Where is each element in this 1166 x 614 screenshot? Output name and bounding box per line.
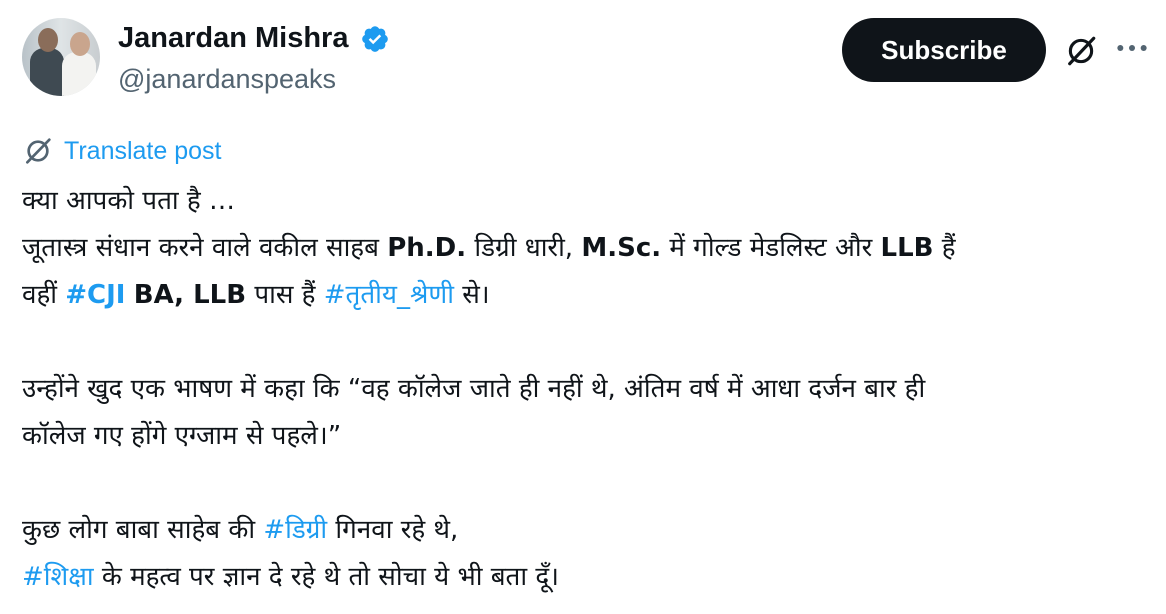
post-text-span: हैं: [933, 233, 956, 263]
post-line: कुछ लोग बाबा साहेब की #डिग्री गिनवा रहे …: [22, 507, 1152, 554]
post-text: क्या आपको पता है … जूतास्त्र संधान करने …: [22, 178, 1152, 601]
avatar-figure-left: [30, 48, 64, 96]
post-text-span: कुछ लोग बाबा साहेब की: [22, 515, 264, 545]
avatar-head-left: [38, 28, 58, 52]
avatar[interactable]: [22, 18, 100, 96]
verified-badge-icon[interactable]: [360, 24, 390, 54]
post-bold-text: LLB: [880, 233, 934, 263]
post-line: क्या आपको पता है …: [22, 178, 1152, 225]
post-text-span: में गोल्ड मेडलिस्ट और: [661, 233, 881, 263]
hashtag-link[interactable]: #डिग्री: [263, 515, 327, 545]
more-icon[interactable]: [1112, 28, 1152, 68]
post-header: Janardan Mishra @janardanspeaks Subscrib…: [0, 0, 1166, 120]
grok-icon[interactable]: [1064, 34, 1098, 68]
post-text-span: वहीं: [22, 280, 66, 310]
author-handle[interactable]: @janardanspeaks: [118, 62, 336, 96]
author-name[interactable]: Janardan Mishra: [118, 20, 348, 56]
post-bold-text: M.Sc.: [581, 233, 662, 263]
avatar-figure-right: [62, 52, 96, 96]
post-text-span: पास हैं: [246, 280, 324, 310]
translate-icon: [26, 138, 51, 164]
subscribe-button[interactable]: Subscribe: [842, 18, 1046, 82]
post-line: उन्होंने खुद एक भाषण में कहा कि “वह कॉले…: [22, 366, 1152, 413]
translate-post-link[interactable]: Translate post: [22, 134, 221, 168]
post-text-span: उन्होंने खुद एक भाषण में कहा कि “वह कॉले…: [22, 374, 926, 404]
translate-post-label: Translate post: [64, 136, 222, 165]
hashtag-link[interactable]: #तृतीय_श्रेणी: [324, 280, 454, 310]
post-bold-text: BA, LLB: [133, 280, 247, 310]
post-text-span: [125, 280, 133, 310]
post-text-span: क्या आपको पता है …: [22, 186, 235, 216]
post-line: जूतास्त्र संधान करने वाले वकील साहब Ph.D…: [22, 225, 1152, 272]
post-text-span: से।: [453, 280, 490, 310]
post-bold-text: Ph.D.: [387, 233, 467, 263]
post-line: #शिक्षा के महत्व पर ज्ञान दे रहे थे तो स…: [22, 554, 1152, 601]
post-text-span: कॉलेज गए होंगे एग्जाम से पहले।”: [22, 421, 342, 451]
post-text-span: जूतास्त्र संधान करने वाले वकील साहब: [22, 233, 388, 263]
post-text-span: के महत्व पर ज्ञान दे रहे थे तो सोचा ये भ…: [93, 562, 560, 592]
hashtag-link[interactable]: #CJI: [65, 280, 125, 310]
post-text-span: डिग्री धारी,: [466, 233, 582, 263]
post-line: वहीं #CJI BA, LLB पास हैं #तृतीय_श्रेणी …: [22, 272, 1152, 319]
avatar-head-right: [70, 32, 90, 56]
post-text-span: गिनवा रहे थे,: [327, 515, 459, 545]
hashtag-link[interactable]: #शिक्षा: [22, 562, 94, 592]
post-line: कॉलेज गए होंगे एग्जाम से पहले।”: [22, 413, 1152, 460]
